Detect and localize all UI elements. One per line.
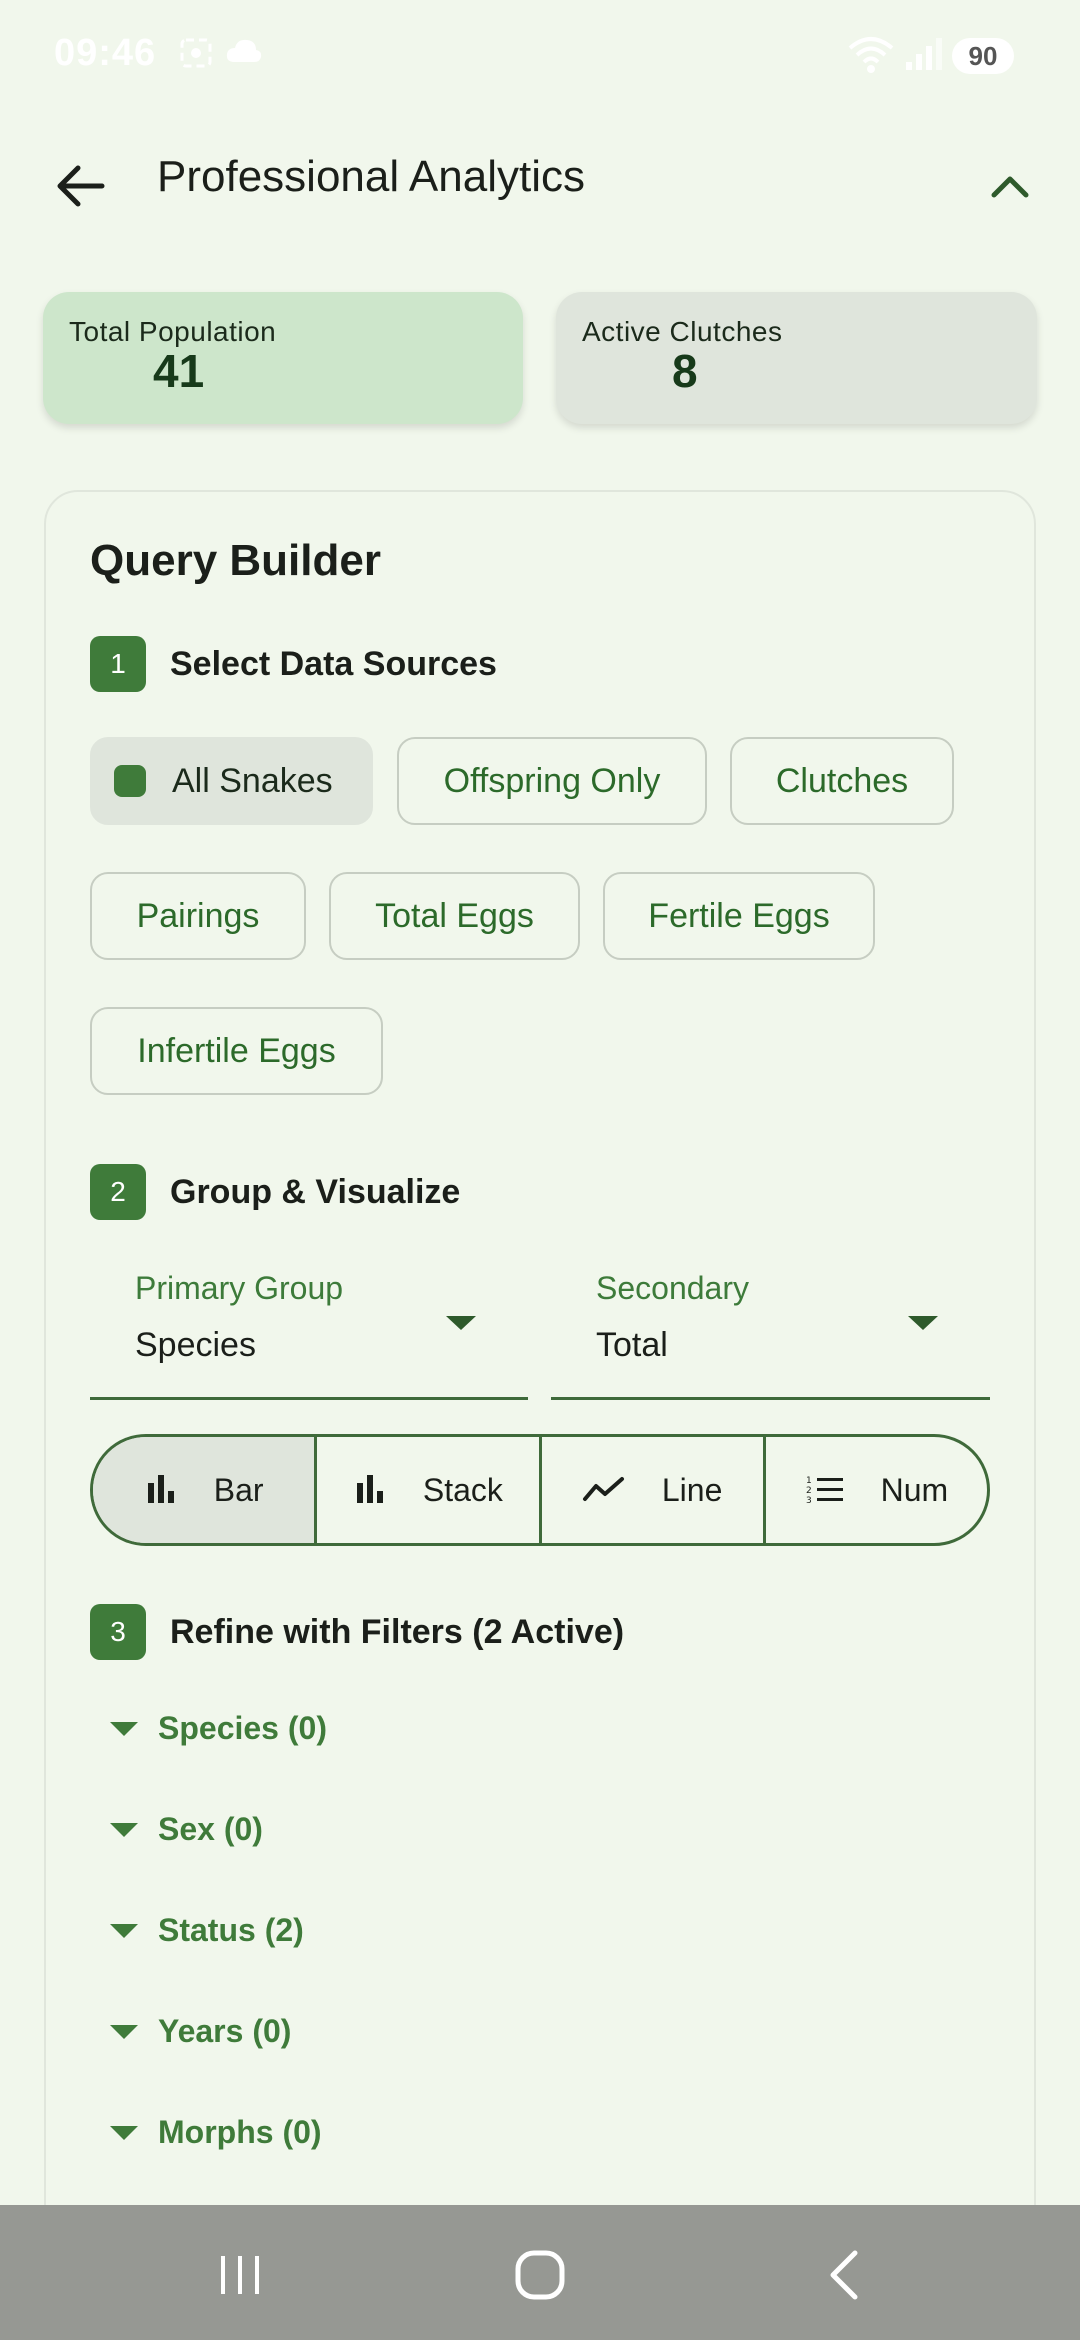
- chart-type-stack[interactable]: Stack: [317, 1437, 542, 1543]
- chip-all-snakes[interactable]: All Snakes: [90, 737, 373, 825]
- chip-label: Total Eggs: [375, 896, 534, 935]
- secondary-dropdown[interactable]: Secondary Total: [551, 1250, 990, 1400]
- step-number: 2: [90, 1164, 146, 1220]
- step-1-header: 1 Select Data Sources: [90, 636, 497, 692]
- bar-chart-icon: [147, 1475, 174, 1503]
- filter-sex[interactable]: Sex (0): [110, 1811, 263, 1848]
- stat-value: 8: [672, 345, 698, 397]
- primary-group-dropdown[interactable]: Primary Group Species: [90, 1250, 528, 1400]
- recent-apps-icon: [221, 2256, 259, 2294]
- nav-back-button[interactable]: [800, 2235, 890, 2315]
- chart-type-bar[interactable]: Bar: [93, 1437, 318, 1543]
- chip-label: Infertile Eggs: [137, 1031, 336, 1070]
- chip-total-eggs[interactable]: Total Eggs: [329, 872, 580, 960]
- signal-icon: [904, 36, 944, 77]
- home-button[interactable]: [495, 2235, 585, 2315]
- back-button[interactable]: [40, 146, 120, 226]
- wifi-icon: [846, 36, 896, 79]
- filter-label: Morphs (0): [158, 2114, 322, 2150]
- battery-indicator: 90: [952, 38, 1014, 74]
- expand-arrow-icon: [110, 1822, 138, 1837]
- recent-apps-button[interactable]: [195, 2235, 285, 2315]
- chip-pairings[interactable]: Pairings: [90, 872, 306, 960]
- step-3-header: 3 Refine with Filters (2 Active): [90, 1604, 624, 1660]
- svg-text:3: 3: [806, 1496, 812, 1506]
- home-icon: [515, 2250, 565, 2300]
- chip-offspring-only[interactable]: Offspring Only: [397, 737, 707, 825]
- filter-species[interactable]: Species (0): [110, 1710, 327, 1747]
- dropdown-arrow-icon: [446, 1316, 476, 1330]
- step-label: Refine with Filters (2 Active): [170, 1612, 625, 1651]
- selected-indicator: [114, 765, 146, 797]
- chip-label: Offspring Only: [443, 761, 661, 800]
- chart-type-line[interactable]: Line: [542, 1437, 766, 1543]
- chip-label: All Snakes: [172, 761, 333, 800]
- dropdown-value: Total: [596, 1326, 668, 1364]
- svg-text:2: 2: [806, 1486, 812, 1496]
- dropdown-label: Primary Group: [135, 1270, 344, 1306]
- filter-label: Years (0): [158, 2013, 292, 2049]
- chip-clutches[interactable]: Clutches: [730, 737, 954, 825]
- dropdown-arrow-icon: [908, 1316, 938, 1330]
- svg-text:1: 1: [806, 1476, 812, 1486]
- dropdown-value: Species: [135, 1326, 256, 1364]
- expand-arrow-icon: [110, 1721, 138, 1736]
- filter-morphs[interactable]: Morphs (0): [110, 2114, 322, 2151]
- screenshot-icon: [178, 36, 214, 75]
- chart-type-label: Num: [880, 1471, 949, 1508]
- numbered-list-icon: 123: [806, 1476, 843, 1506]
- chip-label: Pairings: [136, 896, 260, 935]
- expand-arrow-icon: [110, 1923, 138, 1938]
- filter-years[interactable]: Years (0): [110, 2013, 291, 2050]
- cloud-icon: [224, 36, 264, 71]
- step-number: 1: [90, 636, 146, 692]
- line-chart-icon: [582, 1477, 624, 1501]
- filter-status[interactable]: Status (2): [110, 1912, 304, 1949]
- stacked-bar-icon: [356, 1475, 383, 1503]
- filter-label: Sex (0): [158, 1811, 263, 1847]
- page-title: Professional Analytics: [157, 152, 585, 201]
- chart-type-selector: Bar Stack Line 123 Num: [90, 1434, 990, 1546]
- status-time: 09:46: [54, 32, 157, 74]
- step-label: Group & Visualize: [170, 1172, 461, 1211]
- active-clutches-card: Active Clutches 8: [556, 292, 1037, 424]
- chart-type-num[interactable]: 123 Num: [766, 1437, 987, 1543]
- section-title: Query Builder: [90, 536, 381, 585]
- filter-label: Species (0): [158, 1710, 327, 1746]
- total-population-card: Total Population 41: [43, 292, 523, 424]
- chip-infertile-eggs[interactable]: Infertile Eggs: [90, 1007, 383, 1095]
- arrow-left-icon: [57, 165, 105, 207]
- chip-label: Clutches: [775, 761, 909, 800]
- back-icon: [830, 2250, 858, 2300]
- expand-arrow-icon: [110, 2125, 138, 2140]
- collapse-button[interactable]: [970, 146, 1050, 226]
- chevron-up-icon: [991, 176, 1029, 198]
- expand-arrow-icon: [110, 2024, 138, 2039]
- chart-type-label: Bar: [213, 1471, 264, 1508]
- chip-label: Fertile Eggs: [648, 896, 830, 935]
- chart-type-label: Line: [661, 1471, 723, 1508]
- filter-label: Status (2): [158, 1912, 304, 1948]
- chart-type-label: Stack: [422, 1471, 503, 1508]
- system-nav-bar: [0, 2205, 1080, 2340]
- chip-fertile-eggs[interactable]: Fertile Eggs: [603, 872, 875, 960]
- stat-value: 41: [153, 345, 205, 397]
- step-label: Select Data Sources: [170, 644, 497, 683]
- status-bar: 09:46 90: [0, 0, 1080, 110]
- step-number: 3: [90, 1604, 146, 1660]
- top-app-bar: Professional Analytics: [0, 120, 1080, 240]
- dropdown-label: Secondary: [596, 1270, 749, 1306]
- step-2-header: 2 Group & Visualize: [90, 1164, 460, 1220]
